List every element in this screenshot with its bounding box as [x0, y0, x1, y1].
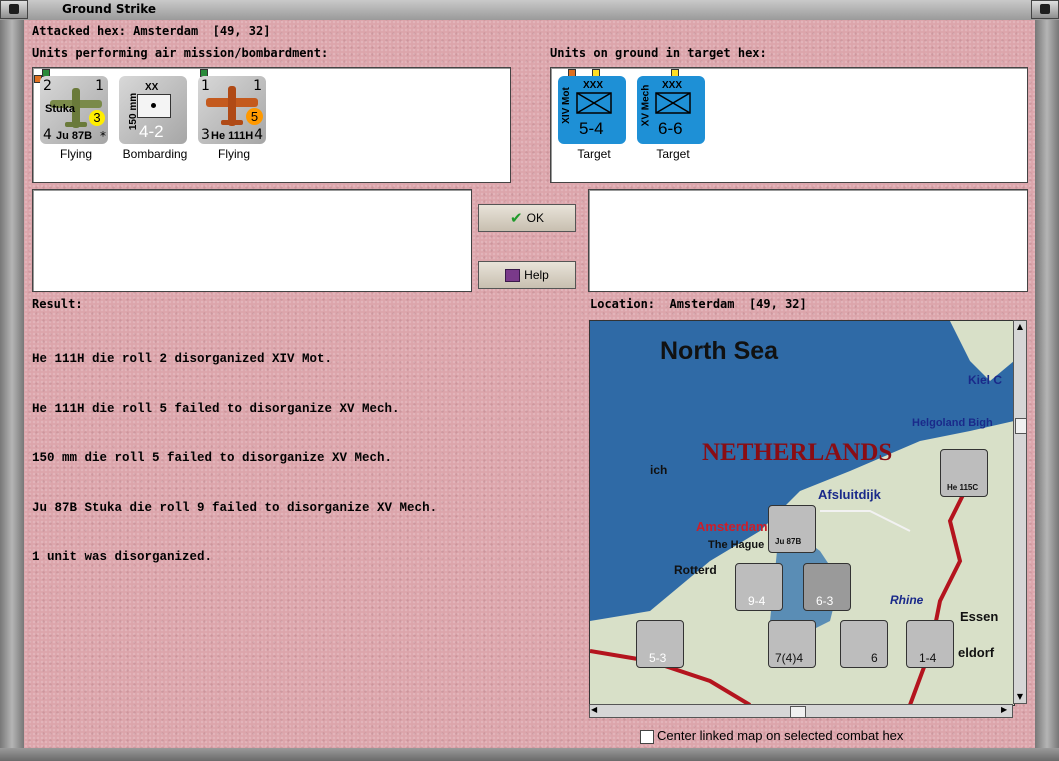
map-counter[interactable]: Ju 87B [768, 505, 816, 553]
map-vertical-scrollbar[interactable]: ▲ ▼ [1013, 320, 1027, 704]
window-frame-bottom [0, 748, 1059, 761]
unit-name: Stuka [45, 103, 75, 115]
map-label-north-sea: North Sea [660, 337, 779, 365]
badge: 5 [246, 108, 263, 125]
result-line: Ju 87B Stuka die roll 9 failed to disorg… [32, 500, 438, 515]
window-control-button[interactable] [1031, 0, 1059, 19]
ground-details-panel [588, 189, 1028, 292]
result-text: He 111H die roll 2 disorganized XIV Mot.… [32, 318, 437, 599]
mechanized-infantry-icon [576, 92, 612, 114]
result-line: 1 unit was disorganized. [32, 550, 213, 564]
unit-status: Target [577, 147, 611, 161]
map-label-the-hague: The Hague [708, 539, 765, 551]
book-icon [505, 268, 521, 282]
scroll-thumb[interactable] [790, 706, 806, 718]
map-counter[interactable]: 1-4 [906, 620, 954, 668]
unit-status: Flying [217, 147, 250, 161]
map-counter[interactable]: 9-4 [735, 563, 783, 611]
scroll-left-icon[interactable]: ◀ [591, 705, 601, 717]
map-counter[interactable]: He 115C [940, 449, 988, 497]
scroll-right-icon[interactable]: ▶ [1001, 705, 1011, 717]
ground-units-label: Units on ground in target hex: [550, 46, 767, 60]
center-map-checkbox[interactable] [640, 730, 654, 744]
map-counter[interactable]: 5-3 [636, 620, 684, 668]
result-label: Result: [32, 297, 83, 311]
map-label-dorf: eldorf [958, 645, 995, 660]
map-counter[interactable]: 7(4)4 [768, 620, 816, 668]
location-label: Location: Amsterdam [49, 32] [590, 297, 807, 311]
linked-map[interactable]: North Sea NETHERLANDS Kiel C Helgoland B… [589, 320, 1015, 706]
map-label-netherlands: NETHERLANDS [702, 439, 893, 466]
ok-button[interactable]: ✔ OK [478, 204, 576, 232]
air-units-label: Units performing air mission/bombardment… [32, 46, 329, 60]
map-label-essen: Essen [960, 609, 999, 624]
unit-counter: 2 1 Stuka 3 4 Ju 87B * [40, 76, 108, 144]
result-line: He 111H die roll 2 disorganized XIV Mot. [32, 352, 333, 366]
ground-units-panel: XIV Mot XXX 5-4 Target XV Mech XXX 6-6 T… [550, 67, 1028, 183]
unit-counter: XV Mech XXX 6-6 [637, 76, 705, 144]
map-label-afsluitdijk: Afsluitdijk [818, 487, 881, 502]
ground-strike-dialog: Attacked hex: Amsterdam [49, 32] Units p… [24, 20, 1035, 748]
window-frame-right [1035, 20, 1059, 761]
map-label-amsterdam: Amsterdam [696, 519, 768, 534]
air-details-panel [32, 189, 472, 292]
unit-counter: XX 150 mm 4-2 [119, 76, 187, 144]
map-label-rhine: Rhine [890, 593, 924, 607]
mechanized-infantry-icon [655, 92, 691, 114]
scroll-down-icon[interactable]: ▼ [1015, 692, 1025, 702]
window-frame-left [0, 20, 24, 761]
checkmark-icon: ✔ [510, 209, 523, 227]
system-menu-button[interactable] [0, 0, 28, 19]
artillery-symbol-icon [137, 94, 171, 118]
air-units-panel: 2 1 Stuka 3 4 Ju 87B * Flying XX 150 mm [32, 67, 511, 183]
attacked-hex-label: Attacked hex: Amsterdam [49, 32] [32, 24, 271, 38]
result-line: He 111H die roll 5 failed to disorganize… [32, 401, 400, 416]
title-bar: Ground Strike [0, 0, 1059, 21]
map-counter[interactable]: 6 [840, 620, 888, 668]
scroll-thumb[interactable] [1015, 418, 1027, 434]
unit-status: Target [656, 147, 690, 161]
result-line: 150 mm die roll 5 failed to disorganize … [32, 451, 393, 465]
unit-status: Bombarding [122, 147, 188, 161]
unit-counter: 1 1 5 3 He 111H 4 [198, 76, 266, 144]
help-button[interactable]: Help [478, 261, 576, 289]
unit-counter: XIV Mot XXX 5-4 [558, 76, 626, 144]
map-counter[interactable]: 6-3 [803, 563, 851, 611]
map-label-rotterdam: Rotterd [674, 563, 717, 577]
badge: 3 [89, 110, 105, 126]
map-label-kiel: Kiel C [968, 373, 1003, 387]
window-title: Ground Strike [62, 2, 157, 16]
unit-status: Flying [59, 147, 92, 161]
map-horizontal-scrollbar[interactable]: ◀ ▶ [589, 704, 1013, 718]
map-label-ich: ich [650, 463, 668, 477]
scroll-up-icon[interactable]: ▲ [1015, 322, 1025, 332]
center-map-label: Center linked map on selected combat hex [657, 728, 904, 743]
map-label-helgoland: Helgoland Bigh [912, 417, 993, 429]
